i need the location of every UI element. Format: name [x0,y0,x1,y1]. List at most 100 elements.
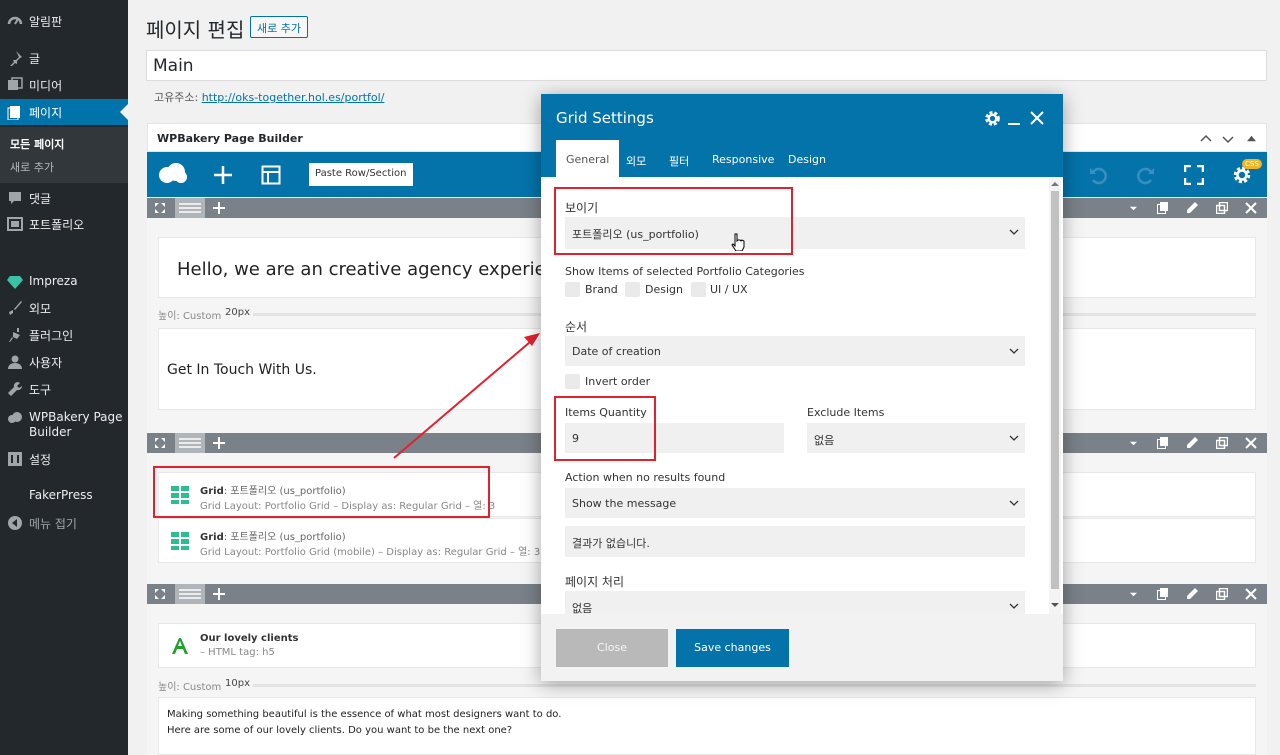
text-block-content: Hello, we are an creative agency experie [177,259,546,280]
templates-icon[interactable] [261,165,281,185]
permalink-link[interactable]: http://oks-together.hol.es/portfol/ [202,91,385,104]
scrollbar-thumb[interactable] [1051,191,1059,589]
menu-pages[interactable]: 페이지 [0,99,128,125]
row-copy-icon[interactable] [1157,202,1169,214]
text-block-clients[interactable]: Making something beautiful is the essenc… [158,697,1256,755]
exclude-items-select[interactable]: 없음 [807,423,1025,453]
settings-icon [8,452,22,466]
menu-media[interactable]: 미디어 [0,72,128,98]
order-select[interactable]: Date of creation [565,336,1025,366]
undo-icon[interactable] [1088,165,1108,185]
menu-label: WPBakery Page Builder [29,410,123,439]
menu-posts[interactable]: 글 [0,45,128,71]
row-collapse-icon[interactable] [1129,590,1138,599]
menu-users[interactable]: 사용자 [0,349,128,375]
text-block-line-2: Here are some of our lovely clients. Do … [167,725,513,736]
row-delete-icon[interactable] [1245,202,1257,214]
checkbox-uiux[interactable] [691,282,706,297]
plugin-icon [9,328,20,342]
checkbox-brand-label: Brand [585,283,618,296]
no-results-label: Action when no results found [565,471,726,484]
row-edit-icon[interactable] [1186,437,1198,449]
minimize-icon[interactable] [1007,112,1021,126]
row-collapse-icon[interactable] [1129,439,1138,448]
row-move-handle[interactable] [147,584,171,604]
add-element-icon[interactable] [213,165,233,185]
row-clone-icon[interactable] [1216,202,1228,214]
tab-design[interactable]: Design [788,153,826,166]
row-drag-handle[interactable] [175,584,205,604]
row-copy-icon[interactable] [1157,437,1169,449]
add-column-button[interactable] [207,198,231,218]
menu-plugins[interactable]: 플러그인 [0,322,128,348]
heading-a-icon [172,638,188,654]
modal-header: Grid Settings General 외모 필터 Responsive D… [541,94,1063,177]
add-column-button[interactable] [207,584,231,604]
row-clone-icon[interactable] [1216,588,1228,600]
tab-responsive[interactable]: Responsive [712,153,774,166]
submenu-all-pages[interactable]: 모든 페이지 [10,136,64,152]
separator-value: 20px [225,307,250,318]
heading-element-title: Our lovely clients [200,633,299,644]
collapse-arrow-icon[interactable] [1247,134,1256,143]
row-copy-icon[interactable] [1157,588,1169,600]
row-clone-icon[interactable] [1216,437,1228,449]
row-move-handle[interactable] [147,198,171,218]
admin-sidebar: 알림판 글 미디어 페이지 모든 페이지 새로 추가 댓글 포트폴리오 Impr… [0,0,128,755]
fullscreen-icon[interactable] [1184,165,1204,185]
row-collapse-icon[interactable] [1129,204,1138,213]
menu-comments[interactable]: 댓글 [0,185,128,211]
row-drag-handle[interactable] [175,433,205,453]
menu-label: 댓글 [29,192,52,206]
row-delete-icon[interactable] [1245,588,1257,600]
menu-label: 포트폴리오 [29,218,85,232]
close-icon[interactable] [1030,111,1044,125]
save-changes-button[interactable]: Save changes [676,629,789,667]
page-title: 페이지 편집 [146,18,245,42]
annotation-box-grid [153,466,490,518]
checkbox-invert-order[interactable] [565,374,580,389]
menu-tools[interactable]: 도구 [0,376,128,402]
tab-general[interactable]: General [556,140,620,177]
no-results-message-input[interactable]: 결과가 없습니다. [565,526,1025,557]
wpbakery-logo-icon[interactable] [157,162,189,186]
order-select-value: Date of creation [572,345,661,358]
add-new-button[interactable]: 새로 추가 [250,16,308,38]
menu-portfolio[interactable]: 포트폴리오 [0,211,128,237]
page-icon [7,106,20,120]
modal-scrollbar[interactable] [1049,177,1061,614]
paste-row-button[interactable]: Paste Row/Section [309,163,413,186]
checkbox-design[interactable] [625,282,640,297]
submenu-add-new[interactable]: 새로 추가 [10,159,54,175]
close-button[interactable]: Close [556,629,668,667]
tab-appearance[interactable]: 외모 [626,153,646,169]
no-results-select[interactable]: Show the message [565,488,1025,518]
tab-filter[interactable]: 필터 [669,153,689,169]
separator-value: 10px [225,678,250,689]
permalink-label: 고유주소: [154,91,199,104]
separator-line [253,684,1256,687]
plus-icon [213,202,225,214]
row-drag-handle[interactable] [175,198,205,218]
checkbox-brand[interactable] [565,282,580,297]
pagination-select[interactable]: 없음 [565,591,1025,614]
title-input[interactable]: Main [146,50,1267,81]
menu-label: 플러그인 [29,329,74,343]
menu-settings[interactable]: 설정 [0,446,128,472]
redo-icon[interactable] [1136,165,1156,185]
chevron-down-icon[interactable] [1222,133,1234,145]
menu-impreza[interactable]: Impreza [0,269,128,295]
menu-wpbakery[interactable]: WPBakery Page Builder [0,405,128,445]
row-delete-icon[interactable] [1245,437,1257,449]
chevron-up-icon[interactable] [1200,133,1212,145]
modal-gear-icon[interactable] [984,110,1001,127]
menu-collapse[interactable]: 메뉴 접기 [0,510,128,536]
menu-appearance[interactable]: 외모 [0,295,128,321]
row-edit-icon[interactable] [1186,202,1198,214]
row-move-handle[interactable] [147,433,171,453]
add-column-button[interactable] [207,433,231,453]
menu-fakerpress[interactable]: FakerPress [0,483,128,509]
menu-dashboard[interactable]: 알림판 [0,8,128,34]
grid-settings-modal: Grid Settings General 외모 필터 Responsive D… [541,94,1063,681]
row-edit-icon[interactable] [1186,588,1198,600]
